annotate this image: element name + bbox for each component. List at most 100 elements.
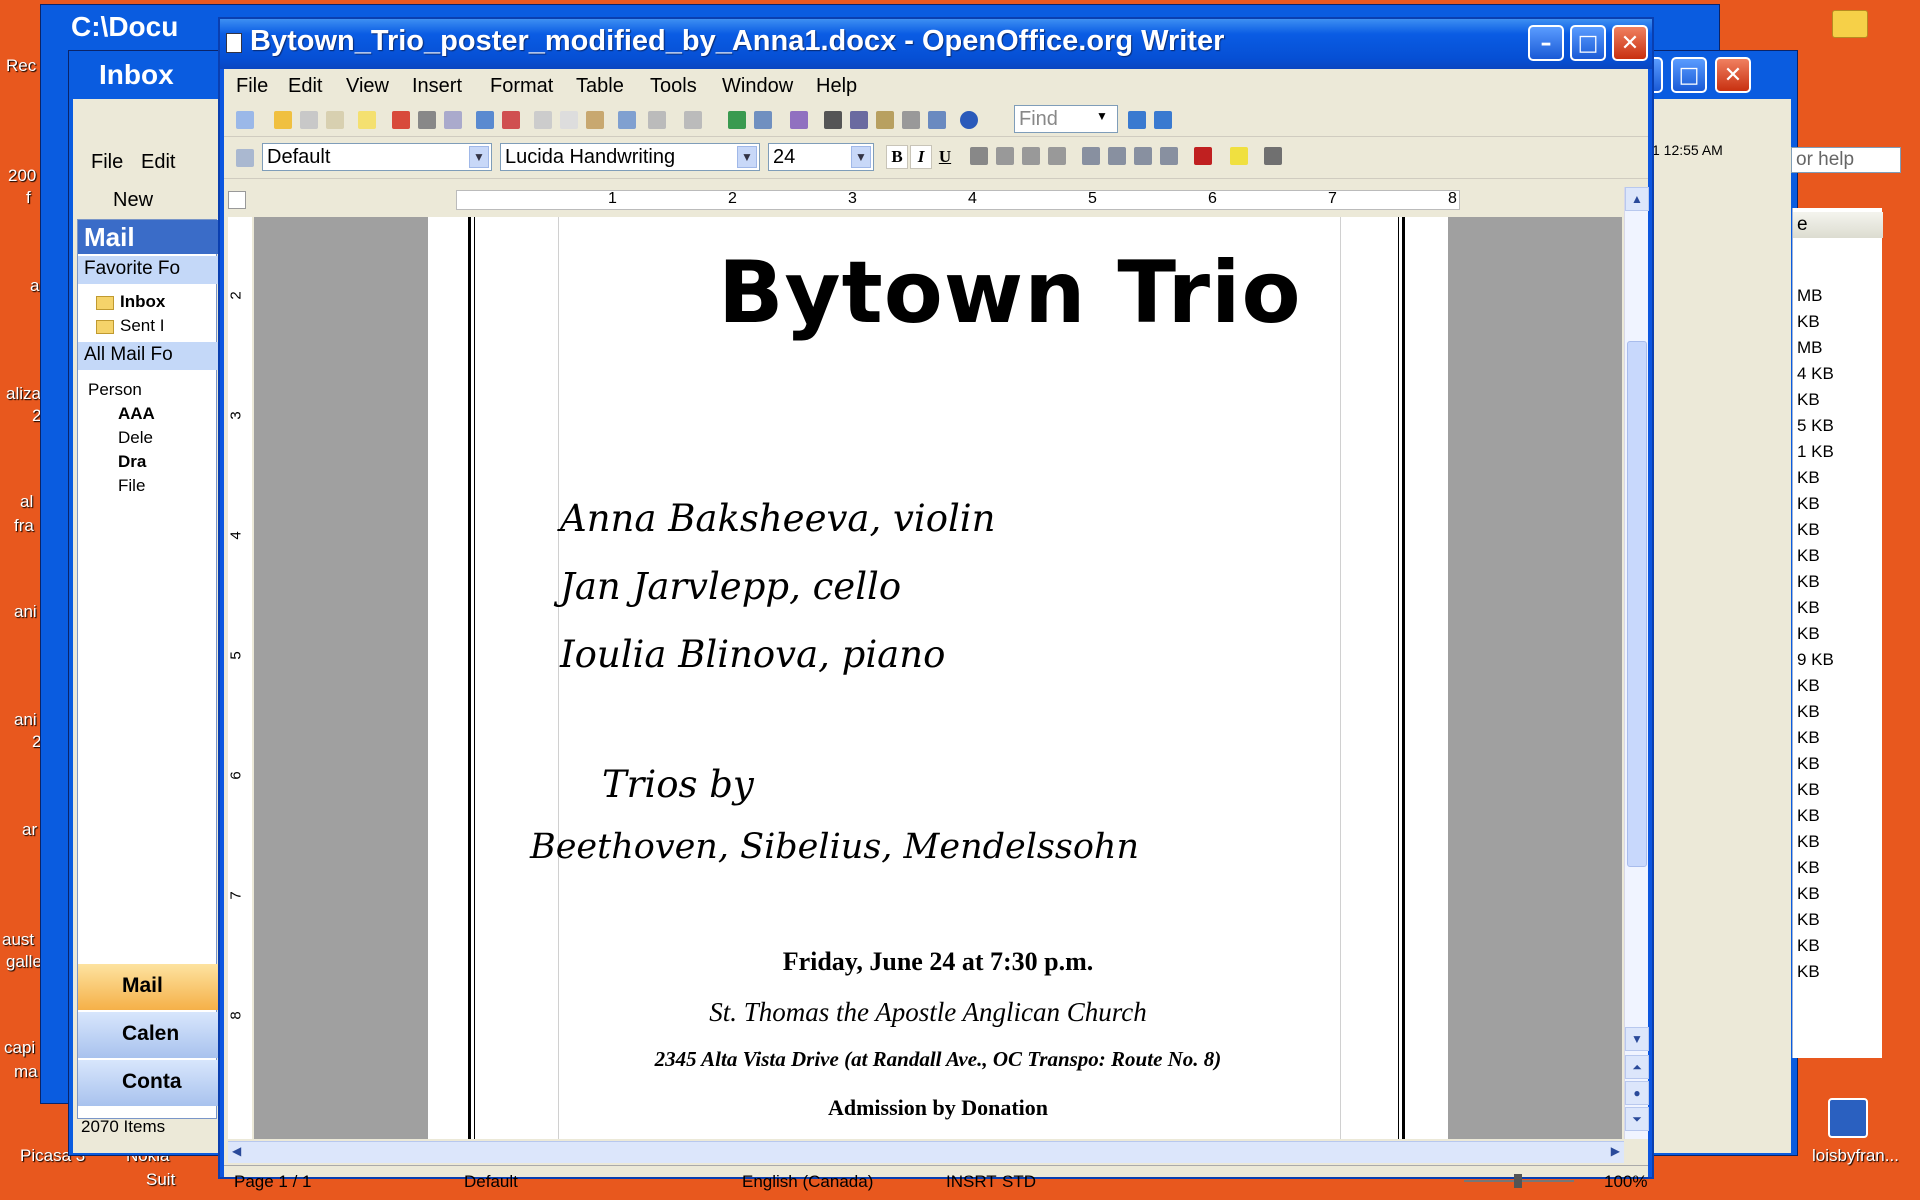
- font-name-select[interactable]: Lucida Handwriting ▼: [500, 143, 760, 171]
- list-item-size[interactable]: KB: [1797, 702, 1820, 722]
- list-item-size[interactable]: MB: [1797, 286, 1823, 306]
- list-item-size[interactable]: KB: [1797, 728, 1820, 748]
- outlook-close-button[interactable]: ✕: [1715, 57, 1751, 93]
- next-page-button[interactable]: ⏷: [1625, 1107, 1649, 1131]
- scroll-up-button[interactable]: ▲: [1625, 187, 1649, 211]
- list-item-size[interactable]: KB: [1797, 520, 1820, 540]
- scroll-left-icon[interactable]: ◀: [232, 1144, 241, 1158]
- paste-icon[interactable]: [586, 111, 604, 129]
- document-page[interactable]: Bytown Trio Anna Baksheeva, violin Jan J…: [428, 217, 1448, 1139]
- tree-item-file[interactable]: File: [118, 476, 145, 496]
- list-item-size[interactable]: KB: [1797, 910, 1820, 930]
- export-pdf-icon[interactable]: [392, 111, 410, 129]
- menu-edit[interactable]: Edit: [288, 75, 322, 98]
- menu-file[interactable]: File: [236, 75, 268, 98]
- nav-button-mail[interactable]: Mail: [78, 964, 218, 1010]
- scroll-thumb[interactable]: [1627, 341, 1647, 867]
- search-hint[interactable]: or help: [1791, 147, 1901, 173]
- list-item-size[interactable]: 9 KB: [1797, 650, 1834, 670]
- vertical-scrollbar[interactable]: ▲ ▼ ⏶ ● ⏷: [1624, 187, 1649, 1139]
- minimize-button[interactable]: –: [1528, 25, 1564, 61]
- desktop-icon-label[interactable]: capi: [4, 1038, 35, 1058]
- zoom-icon[interactable]: [928, 111, 946, 129]
- status-style[interactable]: Default: [464, 1172, 518, 1192]
- desktop-icon-label[interactable]: al: [20, 492, 33, 512]
- admission[interactable]: Admission by Donation: [428, 1095, 1448, 1121]
- previous-page-button[interactable]: ⏶: [1625, 1055, 1649, 1079]
- edit-file-icon[interactable]: [358, 111, 376, 129]
- find-previous-icon[interactable]: [1154, 111, 1172, 129]
- chevron-down-icon[interactable]: ▼: [737, 146, 757, 168]
- composers[interactable]: Beethoven, Sibelius, Mendelssohn: [530, 827, 1139, 867]
- copy-icon[interactable]: [560, 111, 578, 129]
- desktop-icon-label[interactable]: a: [30, 276, 39, 296]
- vertical-ruler[interactable]: 2 3 4 5 6 7 8: [228, 217, 252, 1139]
- navigator-icon[interactable]: [850, 111, 868, 129]
- tree-item-deleted[interactable]: Dele: [118, 428, 153, 448]
- trios-by[interactable]: Trios by: [602, 763, 754, 806]
- print-icon[interactable]: [418, 111, 436, 129]
- decrease-indent-icon[interactable]: [1134, 147, 1152, 165]
- gallery-icon[interactable]: [876, 111, 894, 129]
- list-item-size[interactable]: KB: [1797, 936, 1820, 956]
- desktop-icon-label[interactable]: aust: [2, 930, 34, 950]
- horizontal-ruler[interactable]: 1 2 3 4 5 6 7 8: [228, 187, 1622, 213]
- status-language[interactable]: English (Canada): [742, 1172, 873, 1192]
- scroll-right-icon[interactable]: ▶: [1611, 1144, 1620, 1158]
- writer-window[interactable]: Bytown_Trio_poster_modified_by_Anna1.doc…: [218, 17, 1654, 1191]
- highlight-icon[interactable]: [1230, 147, 1248, 165]
- draw-functions-icon[interactable]: [790, 111, 808, 129]
- performer-piano[interactable]: Ioulia Blinova, piano: [560, 633, 945, 676]
- ruler-tab-selector[interactable]: [228, 191, 246, 209]
- table-icon[interactable]: [754, 111, 772, 129]
- menu-format[interactable]: Format: [490, 75, 553, 98]
- list-item-size[interactable]: KB: [1797, 832, 1820, 852]
- list-item-size[interactable]: 5 KB: [1797, 416, 1834, 436]
- navigation-button[interactable]: ●: [1625, 1081, 1649, 1105]
- desktop-icon-label[interactable]: ar: [22, 820, 37, 840]
- favorite-sent[interactable]: Sent I: [96, 316, 164, 336]
- justify-icon[interactable]: [1048, 147, 1066, 165]
- list-item-size[interactable]: KB: [1797, 780, 1820, 800]
- italic-button[interactable]: I: [910, 145, 932, 169]
- scroll-down-button[interactable]: ▼: [1625, 1027, 1649, 1051]
- format-paintbrush-icon[interactable]: [618, 111, 636, 129]
- menu-insert[interactable]: Insert: [412, 75, 462, 98]
- desktop-shortcut-icon[interactable]: [1828, 1098, 1868, 1138]
- list-item-size[interactable]: KB: [1797, 390, 1820, 410]
- poster-title[interactable]: Bytown Trio: [718, 243, 1302, 343]
- concert-date[interactable]: Friday, June 24 at 7:30 p.m.: [428, 947, 1448, 977]
- list-item-size[interactable]: 4 KB: [1797, 364, 1834, 384]
- list-item-size[interactable]: KB: [1797, 494, 1820, 514]
- favorite-inbox[interactable]: Inbox: [96, 292, 165, 312]
- address[interactable]: 2345 Alta Vista Drive (at Randall Ave., …: [428, 1047, 1448, 1072]
- tree-item-aaa[interactable]: AAA: [118, 404, 155, 424]
- menu-help[interactable]: Help: [816, 75, 857, 98]
- status-selection-mode[interactable]: STD: [1002, 1172, 1036, 1192]
- nav-button-calendar[interactable]: Calen: [78, 1012, 218, 1058]
- autospell-icon[interactable]: [502, 111, 520, 129]
- hyperlink-icon[interactable]: [728, 111, 746, 129]
- close-button[interactable]: ✕: [1612, 25, 1648, 61]
- outlook-maximize-button[interactable]: □: [1671, 57, 1707, 93]
- redo-icon[interactable]: [684, 111, 702, 129]
- list-item-size[interactable]: KB: [1797, 754, 1820, 774]
- menu-window[interactable]: Window: [722, 75, 793, 98]
- desktop-icon-label[interactable]: Rec: [6, 56, 36, 76]
- outlook-menu-file[interactable]: File: [91, 151, 123, 174]
- align-right-icon[interactable]: [1022, 147, 1040, 165]
- list-item-size[interactable]: KB: [1797, 624, 1820, 644]
- find-next-icon[interactable]: [1128, 111, 1146, 129]
- underline-button[interactable]: U: [934, 145, 956, 169]
- desktop-icon-label[interactable]: f: [26, 188, 31, 208]
- align-left-icon[interactable]: [970, 147, 988, 165]
- desktop-icon-label[interactable]: galle: [6, 952, 42, 972]
- desktop-icon-label[interactable]: fra: [14, 516, 34, 536]
- mail-icon[interactable]: [326, 111, 344, 129]
- align-center-icon[interactable]: [996, 147, 1014, 165]
- list-item-size[interactable]: KB: [1797, 598, 1820, 618]
- bullets-icon[interactable]: [1108, 147, 1126, 165]
- list-item-size[interactable]: KB: [1797, 806, 1820, 826]
- performer-cello[interactable]: Jan Jarvlepp, cello: [560, 565, 901, 608]
- list-item-size[interactable]: KB: [1797, 468, 1820, 488]
